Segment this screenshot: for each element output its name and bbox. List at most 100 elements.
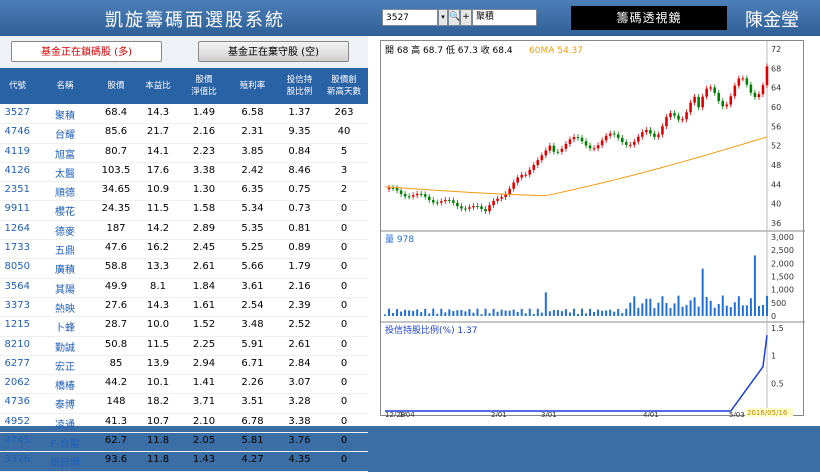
candle-body: [460, 206, 463, 209]
cell-code[interactable]: 9911: [0, 203, 30, 214]
header-code[interactable]: 代號: [0, 68, 35, 104]
table-row[interactable]: 4126 太醫 103.5 17.6 3.38 2.42 8.46 3: [0, 163, 368, 183]
cell-name[interactable]: 宏正: [40, 358, 90, 373]
cell-name[interactable]: 其陽: [40, 281, 90, 296]
header-yield[interactable]: 殖利率: [230, 68, 275, 104]
cell-code[interactable]: 4745: [0, 435, 30, 446]
table-row[interactable]: 3527 聚積 68.4 14.3 1.49 6.58 1.37 263: [0, 105, 368, 125]
cell-new-high-days: 0: [340, 280, 348, 292]
stock-code-input[interactable]: 3527: [382, 9, 438, 26]
candle-body: [516, 177, 519, 183]
candle-body: [448, 199, 451, 201]
table-row[interactable]: 1215 卜蜂 28.7 10.0 1.52 3.48 2.52 0: [0, 317, 368, 337]
header-pe[interactable]: 本益比: [138, 68, 178, 104]
ohlc-label: 開 68 高 68.7 低 67.3 收 68.4: [385, 44, 513, 56]
header-pb[interactable]: 股價 淨值比: [184, 68, 224, 104]
cell-code[interactable]: 8050: [0, 261, 30, 272]
volume-tick: 2,500: [771, 246, 794, 255]
cell-name[interactable]: 旭富: [40, 146, 90, 161]
cell-code[interactable]: 1733: [0, 242, 30, 253]
cell-name[interactable]: F-合富: [40, 435, 90, 450]
table-row[interactable]: 8210 勤誠 50.8 11.5 2.25 5.91 2.61 0: [0, 337, 368, 356]
cell-code[interactable]: 3373: [0, 300, 30, 311]
cell-name[interactable]: 德麥: [40, 223, 90, 238]
cell-code[interactable]: 4952: [0, 416, 30, 427]
cell-code[interactable]: 2062: [0, 377, 30, 388]
chart-panel: 72 68 64 60 56 52 48 44 40 36 開 68 高 68.7 低 67.3 收…: [368, 36, 820, 426]
chevron-down-icon[interactable]: ▾: [438, 9, 448, 26]
cell-code[interactable]: 3564: [0, 281, 30, 292]
cell-code[interactable]: 4736: [0, 396, 30, 407]
cell-code[interactable]: 4746: [0, 126, 30, 137]
cell-name[interactable]: 熱映: [40, 300, 90, 315]
header-name[interactable]: 名稱: [40, 68, 90, 104]
tab-fund-locking[interactable]: 基金正在鎖碼股 (多): [11, 41, 162, 62]
cell-name[interactable]: 五鼎: [40, 242, 90, 257]
table-row[interactable]: 4746 台耀 85.6 21.7 2.16 2.31 9.35 40: [0, 124, 368, 144]
cell-name[interactable]: 順德: [40, 184, 90, 199]
cell-name[interactable]: 卜蜂: [40, 319, 90, 334]
cell-code[interactable]: 1215: [0, 319, 30, 330]
cell-name[interactable]: 太醫: [40, 165, 90, 180]
table-row[interactable]: 4119 旭富 80.7 14.1 2.23 3.85 0.84 5: [0, 144, 368, 163]
cell-yield: 2.54: [241, 299, 264, 311]
table-row[interactable]: 2351 順德 34.65 10.9 1.30 6.35 0.75 2: [0, 182, 368, 202]
volume-tick: 2,000: [771, 259, 794, 268]
tab-fund-abandoning[interactable]: 基金正在棄守股 (空): [198, 41, 349, 62]
header-trust-holding[interactable]: 投信持 股比例: [277, 68, 322, 104]
candle-body: [580, 137, 584, 142]
header-new-high-days[interactable]: 股價創 新高天數: [322, 68, 366, 104]
cell-code[interactable]: 3376: [0, 454, 30, 465]
table-row[interactable]: 9911 櫻花 24.35 11.5 1.58 5.34 0.73 0: [0, 201, 368, 221]
cell-name[interactable]: 聚積: [40, 107, 90, 122]
table-row[interactable]: 3373 熱映 27.6 14.3 1.61 2.54 2.39 0: [0, 298, 368, 318]
table-row[interactable]: 1733 五鼎 47.6 16.2 2.45 5.25 0.89 0: [0, 240, 368, 260]
candle-body: [480, 206, 483, 209]
cell-code[interactable]: 8210: [0, 339, 30, 350]
cell-code[interactable]: 1264: [0, 223, 30, 234]
table-row[interactable]: 3564 其陽 49.9 8.1 1.84 3.61 2.16 0: [0, 279, 368, 298]
cell-name[interactable]: 台耀: [40, 126, 90, 141]
table-row[interactable]: 3376 新日興 93.6 11.8 1.43 4.27 4.35 0: [0, 452, 368, 472]
candle-body: [709, 87, 712, 89]
candle-body: [532, 165, 536, 170]
cell-new-high-days: 0: [340, 454, 348, 466]
cell-pe: 16.2: [146, 242, 170, 254]
cell-name[interactable]: 泰博: [40, 396, 90, 411]
table-row[interactable]: 6277 宏正 85 13.9 2.94 6.71 2.84 0: [0, 356, 368, 376]
table-row[interactable]: 4736 泰博 148 18.2 3.71 3.51 3.28 0: [0, 394, 368, 414]
candle-body: [484, 208, 487, 212]
table-row[interactable]: 4745 F-合富 62.7 11.8 2.05 5.81 3.76 0: [0, 433, 368, 453]
volume-tick: 1,000: [771, 286, 794, 295]
candle-body: [685, 112, 688, 120]
chip-lens-button[interactable]: 籌碼透視鏡: [571, 6, 727, 30]
candle-body: [419, 193, 423, 195]
cell-new-high-days: 0: [340, 242, 348, 254]
cell-code[interactable]: 2351: [0, 184, 30, 195]
table-row[interactable]: 2062 橋椿 44.2 10.1 1.41 2.26 3.07 0: [0, 375, 368, 395]
cell-yield: 6.71: [241, 357, 264, 369]
cell-name[interactable]: 櫻花: [40, 203, 90, 218]
stock-chart[interactable]: 72 68 64 60 56 52 48 44 40 36 開 68 高 68.7 低 67.3 收…: [381, 41, 805, 419]
cell-pb: 1.43: [192, 454, 216, 466]
cell-name[interactable]: 新日興: [40, 454, 90, 469]
table-row[interactable]: 4952 凌通 41.3 10.7 2.10 6.78 3.38 0: [0, 414, 368, 434]
cell-name[interactable]: 勤誠: [40, 339, 90, 354]
header-price[interactable]: 股價: [96, 68, 136, 104]
search-icon[interactable]: 🔍: [448, 9, 460, 26]
cell-name[interactable]: 橋椿: [40, 377, 90, 392]
candle-body: [628, 144, 632, 146]
cell-code[interactable]: 6277: [0, 358, 30, 369]
table-row[interactable]: 1264 德麥 187 14.2 2.89 5.35 0.81 0: [0, 221, 368, 241]
plus-icon[interactable]: +: [460, 9, 472, 26]
cell-code[interactable]: 4119: [0, 146, 30, 157]
cell-name[interactable]: 凌通: [40, 416, 90, 431]
cell-name[interactable]: 廣積: [40, 261, 90, 276]
cell-new-high-days: 0: [340, 299, 348, 311]
cell-trust-holding: 0.89: [288, 242, 311, 254]
cell-trust-holding: 3.07: [288, 377, 311, 389]
table-row[interactable]: 8050 廣積 58.8 13.3 2.61 5.66 1.79 0: [0, 259, 368, 279]
cell-code[interactable]: 3527: [0, 107, 30, 118]
candle-body: [733, 85, 737, 97]
cell-code[interactable]: 4126: [0, 165, 30, 176]
